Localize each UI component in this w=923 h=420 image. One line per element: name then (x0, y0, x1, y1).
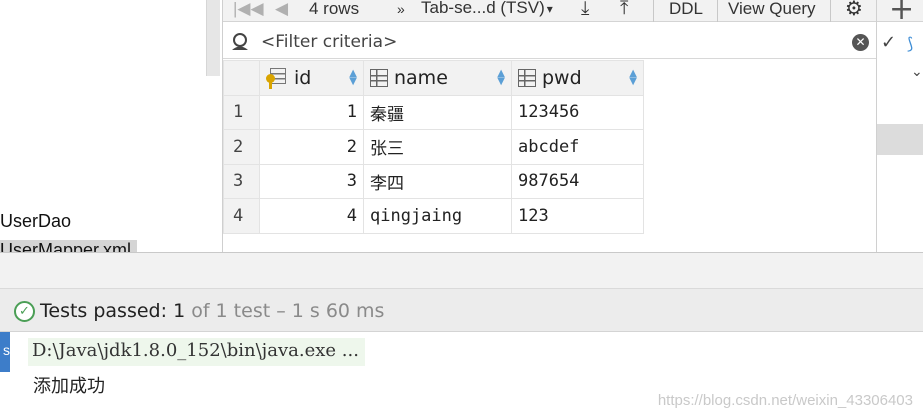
column-icon (370, 68, 388, 87)
row-number: 3 (223, 163, 260, 199)
prev-page-icon[interactable]: ◀ (275, 0, 288, 18)
cell-id[interactable]: 2 (259, 129, 364, 165)
filter-input[interactable] (261, 31, 841, 53)
selected-row-highlight (877, 124, 923, 155)
left-scrollbar[interactable] (206, 0, 220, 76)
tests-passed-label: Tests passed: (40, 300, 168, 322)
console-gutter: s (0, 332, 10, 372)
view-query-button[interactable]: View Query (728, 0, 816, 18)
cell-id[interactable]: 1 (259, 94, 364, 130)
search-icon (232, 33, 248, 50)
cell-pwd[interactable]: 123 (511, 198, 644, 234)
upload-icon[interactable]: ⤒ (620, 0, 628, 18)
expand-icon[interactable]: » (397, 0, 405, 18)
row-number: 2 (223, 129, 260, 165)
format-label: Tab-se...d (TSV) (421, 0, 545, 17)
row-count-label: 4 rows (309, 0, 360, 18)
test-status-bar: ✓ Tests passed: 1 of 1 test – 1 s 60 ms (0, 288, 923, 332)
row-number-header (223, 60, 260, 96)
column-header-pwd[interactable]: pwd ▲ ▼ (511, 60, 644, 96)
cell-id[interactable]: 4 (259, 198, 364, 234)
toolbar-divider (830, 0, 831, 22)
tree-item-userdao[interactable]: UserDao (0, 211, 71, 232)
cell-pwd[interactable]: 987654 (511, 163, 644, 199)
toolbar-divider (653, 0, 654, 22)
column-header-label: id (294, 66, 312, 89)
column-header-label: name (394, 66, 448, 89)
cell-name[interactable]: 张三 (363, 129, 512, 165)
table-row[interactable]: 2 2 张三 abcdef (223, 129, 644, 165)
right-side-pane: + ✓ ⟆ ⌄ (876, 0, 923, 252)
check-icon[interactable]: ✓ (881, 32, 896, 53)
table-row[interactable]: 1 1 秦疆 123456 (223, 94, 644, 130)
column-header-label: pwd (542, 66, 582, 89)
sort-icon[interactable]: ▲ ▼ (349, 68, 357, 86)
test-passed-icon: ✓ (14, 301, 35, 322)
grid-toolbar: |◀◀ ◀ 4 rows » Tab-se...d (TSV) ▾ ⤓ ⤒ DDL… (223, 0, 877, 22)
tree-item-label: UserMapper.xml (0, 240, 138, 252)
ddl-button[interactable]: DDL (669, 0, 703, 18)
cell-name[interactable]: qingjaing (363, 198, 512, 234)
table-row[interactable]: 3 3 李四 987654 (223, 163, 644, 199)
table-header-row: id ▲ ▼ name ▲ ▼ pwd ▲ ▼ (223, 60, 644, 96)
chevron-down-icon: ▾ (546, 2, 553, 16)
first-page-icon[interactable]: |◀◀ (233, 0, 264, 18)
console-output-line: 添加成功 (33, 376, 105, 397)
sort-icon[interactable]: ▲ ▼ (497, 68, 505, 86)
table-row[interactable]: 4 4 qingjaing 123 (223, 198, 644, 234)
data-grid-pane: |◀◀ ◀ 4 rows » Tab-se...d (TSV) ▾ ⤓ ⤒ DDL… (222, 0, 877, 252)
column-icon (518, 68, 536, 87)
tests-detail: of 1 test – 1 s 60 ms (191, 300, 385, 322)
cell-id[interactable]: 3 (259, 163, 364, 199)
clear-icon[interactable]: ✕ (852, 34, 869, 51)
sort-icon[interactable]: ▲ ▼ (629, 68, 637, 86)
download-icon[interactable]: ⤓ (581, 0, 589, 18)
database-icon: ⟆ (907, 34, 914, 53)
project-tree: UserDao UserMapper.xml (0, 0, 222, 252)
watermark: https://blog.csdn.net/weixin_43306403 (657, 392, 913, 409)
plus-icon[interactable]: + (889, 0, 914, 27)
cell-pwd[interactable]: 123456 (511, 94, 644, 130)
console-command-line[interactable]: D:\Java\jdk1.8.0_152\bin\java.exe ... (28, 338, 365, 366)
row-number: 4 (223, 198, 260, 234)
settings-icon[interactable]: ⚙ (845, 0, 863, 19)
filter-bar: ✕ (223, 25, 877, 59)
format-selector[interactable]: Tab-se...d (TSV) ▾ (421, 0, 553, 18)
run-panel-header (0, 252, 923, 288)
results-table: id ▲ ▼ name ▲ ▼ pwd ▲ ▼ 1 1 秦疆 123456 2 … (223, 60, 644, 234)
column-header-name[interactable]: name ▲ ▼ (363, 60, 512, 96)
right-toolbar: + (877, 0, 923, 27)
cell-name[interactable]: 秦疆 (363, 94, 512, 130)
cell-name[interactable]: 李四 (363, 163, 512, 199)
column-header-id[interactable]: id ▲ ▼ (259, 60, 364, 96)
test-status-text: Tests passed: 1 of 1 test – 1 s 60 ms (40, 300, 384, 322)
chevron-down-icon[interactable]: ⌄ (911, 64, 923, 80)
tree-item-usermapper[interactable]: UserMapper.xml (0, 240, 138, 252)
toolbar-divider (717, 0, 718, 22)
row-number: 1 (223, 94, 260, 130)
tests-passed-count: 1 (173, 300, 186, 322)
primary-key-icon (266, 67, 288, 89)
cell-pwd[interactable]: abcdef (511, 129, 644, 165)
console-output[interactable]: s D:\Java\jdk1.8.0_152\bin\java.exe ... … (0, 332, 923, 420)
